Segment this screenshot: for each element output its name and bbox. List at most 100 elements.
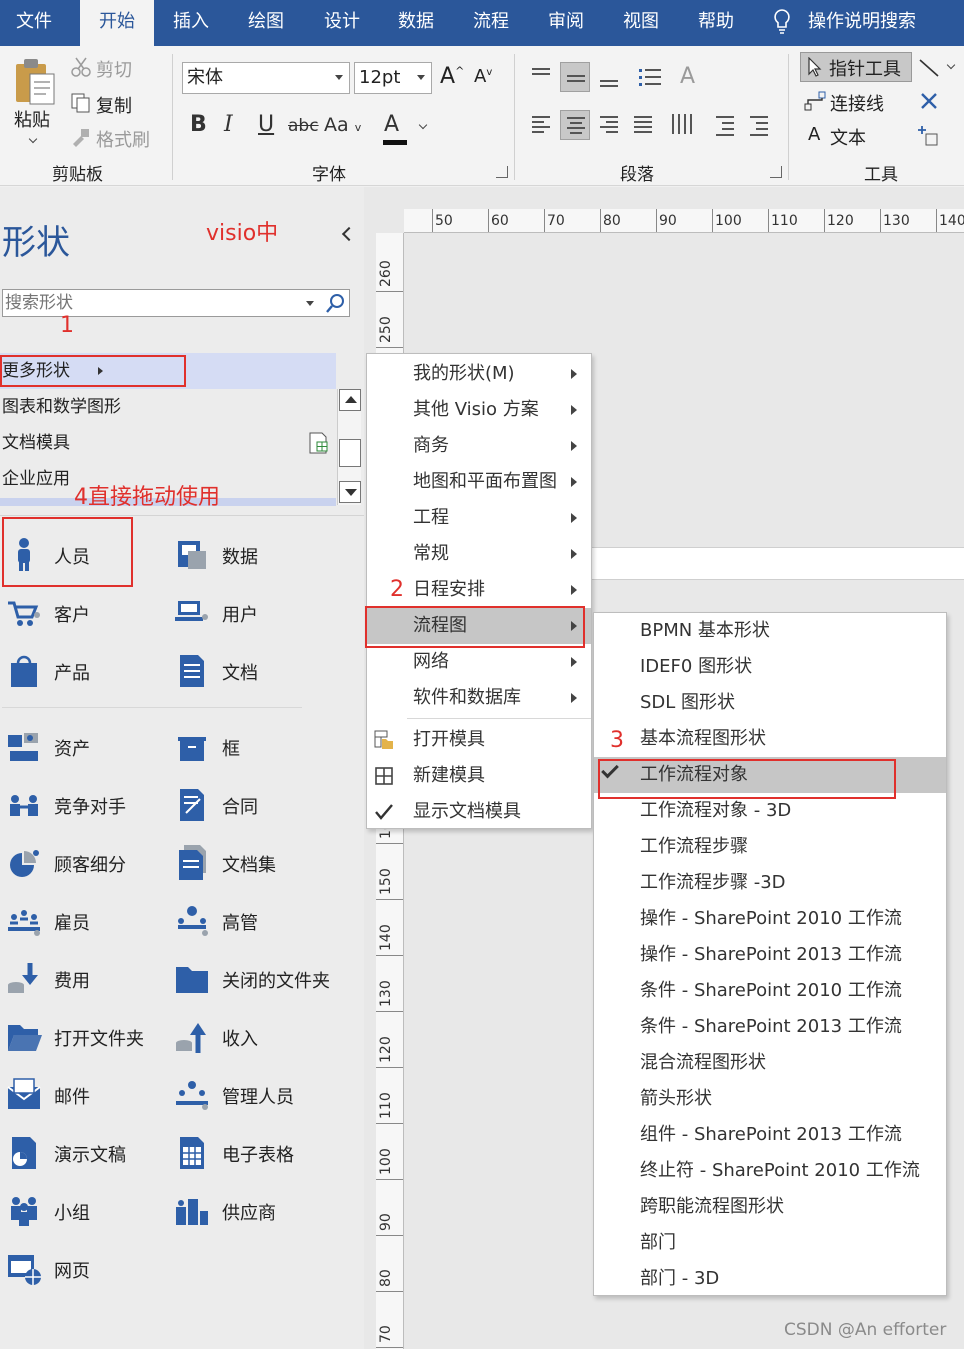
scroll-down-button[interactable] — [339, 481, 361, 503]
flowchart-stencil-item[interactable]: BPMN 基本形状 — [594, 613, 946, 649]
shape-person[interactable]: 人员 — [2, 535, 162, 575]
font-size-select[interactable]: 12pt — [354, 62, 432, 94]
align-top-icon[interactable] — [526, 62, 556, 92]
format-painter-button[interactable]: 格式刷 — [96, 126, 150, 152]
tab-home[interactable]: 开始 — [80, 0, 154, 46]
flowchart-stencil-item[interactable]: 条件 - SharePoint 2010 工作流 — [594, 973, 946, 1009]
flowchart-stencil-item[interactable]: 跨职能流程图形状 — [594, 1189, 946, 1225]
font-color-icon[interactable]: A — [383, 112, 407, 145]
shape-open-folder[interactable]: 打开文件夹 — [2, 1017, 162, 1057]
connector-tool-button[interactable]: 连接线 — [830, 90, 884, 116]
menu-action[interactable]: 显示文档模具 — [367, 794, 591, 830]
shape-competitor[interactable]: 竞争对手 — [2, 785, 162, 825]
shape-presentation[interactable]: 演示文稿 — [2, 1133, 162, 1173]
change-case-button[interactable]: Aa v — [324, 114, 361, 136]
shape-webpage[interactable]: 网页 — [2, 1249, 162, 1289]
pointer-tool-button[interactable]: 指针工具 — [800, 52, 912, 82]
flowchart-stencil-item[interactable]: 工作流程步骤 — [594, 829, 946, 865]
justify-icon[interactable] — [628, 110, 658, 140]
tab-draw[interactable]: 绘图 — [232, 0, 300, 46]
shape-customer[interactable]: 客户 — [2, 593, 162, 633]
menu-item[interactable]: 地图和平面布置图 — [367, 464, 591, 500]
strikethrough-icon[interactable]: abc — [288, 116, 319, 136]
line-tool-dropdown-icon[interactable] — [946, 60, 956, 70]
flowchart-stencil-item[interactable]: 箭头形状 — [594, 1081, 946, 1117]
bullets-icon[interactable] — [636, 62, 666, 92]
menu-item[interactable]: 网络 — [367, 644, 591, 680]
paste-button[interactable]: 粘贴 — [14, 106, 50, 132]
flowchart-stencil-item[interactable]: 操作 - SharePoint 2010 工作流 — [594, 901, 946, 937]
scroll-thumb[interactable] — [339, 439, 361, 467]
paragraph-dialog-launcher-icon[interactable] — [770, 166, 782, 178]
shape-document-set[interactable]: 文档集 — [170, 843, 330, 883]
underline-icon[interactable]: U — [258, 112, 274, 137]
shape-data[interactable]: 数据 — [170, 535, 330, 575]
menu-action[interactable]: 新建模具 — [367, 758, 591, 794]
flowchart-stencil-item[interactable]: 部门 — [594, 1225, 946, 1261]
drawing-page[interactable] — [592, 547, 964, 580]
text-direction-icon[interactable]: A — [680, 64, 695, 89]
shape-employee[interactable]: 雇员 — [2, 901, 162, 941]
search-shapes-input[interactable] — [5, 292, 295, 314]
flowchart-stencil-item[interactable]: 终止符 - SharePoint 2010 工作流 — [594, 1153, 946, 1189]
decrease-indent-icon[interactable] — [710, 110, 740, 140]
font-name-select[interactable]: 宋体 — [182, 62, 350, 94]
align-center-icon[interactable] — [560, 110, 590, 140]
flowchart-stencil-item[interactable]: 组件 - SharePoint 2013 工作流 — [594, 1117, 946, 1153]
tab-data[interactable]: 数据 — [382, 0, 450, 46]
menu-item[interactable]: 其他 Visio 方案 — [367, 392, 591, 428]
paste-dropdown-icon[interactable] — [28, 134, 38, 144]
shape-spreadsheet[interactable]: 电子表格 — [170, 1133, 330, 1173]
paste-icon[interactable] — [12, 56, 58, 108]
text-tool-button[interactable]: 文本 — [830, 124, 866, 150]
shape-closed-folder[interactable]: 关闭的文件夹 — [170, 959, 330, 999]
flowchart-stencil-item[interactable]: 基本流程图形状 — [594, 721, 946, 757]
align-left-icon[interactable] — [526, 110, 556, 140]
grow-font-icon[interactable]: A^ — [440, 64, 464, 89]
tab-process[interactable]: 流程 — [457, 0, 525, 46]
line-tool-icon[interactable] — [918, 56, 942, 80]
shape-executive[interactable]: 高管 — [170, 901, 330, 941]
shape-manager[interactable]: 管理人员 — [170, 1075, 330, 1115]
menu-action[interactable]: 打开模具 — [367, 722, 591, 758]
scroll-up-button[interactable] — [339, 389, 361, 411]
tab-file[interactable]: 文件 — [0, 0, 68, 46]
connection-point-icon[interactable] — [916, 124, 940, 148]
align-middle-icon[interactable] — [560, 62, 590, 92]
close-x-icon[interactable] — [918, 90, 940, 112]
tab-insert[interactable]: 插入 — [158, 0, 224, 46]
tab-view[interactable]: 视图 — [607, 0, 675, 46]
menu-item[interactable]: 工程 — [367, 500, 591, 536]
tab-help[interactable]: 帮助 — [682, 0, 750, 46]
flowchart-stencil-item[interactable]: SDL 图形状 — [594, 685, 946, 721]
distribute-icon[interactable] — [668, 110, 698, 140]
menu-item[interactable]: 商务 — [367, 428, 591, 464]
shape-team[interactable]: 小组 — [2, 1191, 162, 1231]
shape-product[interactable]: 产品 — [2, 651, 162, 691]
increase-indent-icon[interactable] — [744, 110, 774, 140]
font-dialog-launcher-icon[interactable] — [496, 166, 508, 178]
shape-mail[interactable]: 邮件 — [2, 1075, 162, 1115]
shape-box[interactable]: 框 — [170, 727, 330, 767]
shape-asset[interactable]: 资产 — [2, 727, 162, 767]
shrink-font-icon[interactable]: Av — [474, 66, 492, 87]
stencil-charts-math[interactable]: 图表和数学图形 — [0, 389, 336, 425]
bold-icon[interactable]: B — [190, 112, 207, 137]
shape-segment[interactable]: 顾客细分 — [2, 843, 162, 883]
shape-user[interactable]: 用户 — [170, 593, 330, 633]
tab-design[interactable]: 设计 — [308, 0, 376, 46]
shape-expense[interactable]: 费用 — [2, 959, 162, 999]
stencil-document[interactable]: 文档模具 — [0, 425, 336, 461]
shape-income[interactable]: 收入 — [170, 1017, 330, 1057]
align-bottom-icon[interactable] — [594, 62, 624, 92]
menu-item[interactable]: 我的形状(M) — [367, 356, 591, 392]
font-color-dropdown-icon[interactable] — [418, 120, 428, 130]
search-icon[interactable] — [325, 292, 347, 314]
flowchart-stencil-item[interactable]: 混合流程图形状 — [594, 1045, 946, 1081]
flowchart-stencil-item[interactable]: 条件 - SharePoint 2013 工作流 — [594, 1009, 946, 1045]
menu-item[interactable]: 软件和数据库 — [367, 680, 591, 716]
tell-me-search[interactable]: 操作说明搜索 — [772, 0, 916, 46]
stencil-scrollbar[interactable] — [337, 389, 361, 505]
flowchart-stencil-item[interactable]: 部门 - 3D — [594, 1261, 946, 1297]
shape-contract[interactable]: 合同 — [170, 785, 330, 825]
